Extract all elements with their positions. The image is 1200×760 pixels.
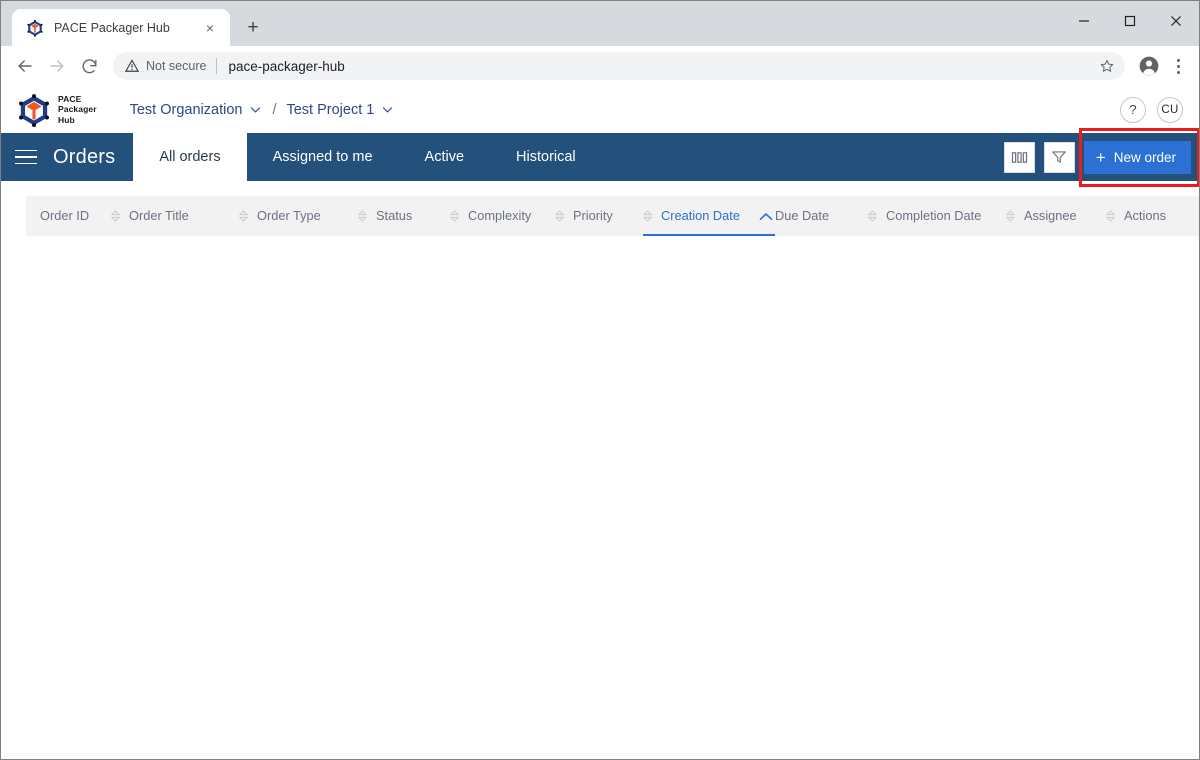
app-logo[interactable]: PACE Packager Hub bbox=[1, 93, 97, 127]
security-label: Not secure bbox=[146, 59, 207, 73]
help-button[interactable]: ? bbox=[1120, 96, 1146, 123]
tab-historical[interactable]: Historical bbox=[490, 133, 602, 181]
column-header-order-title[interactable]: Order Title bbox=[110, 196, 239, 236]
breadcrumb-project[interactable]: Test Project 1 bbox=[286, 102, 394, 118]
browser-window: PACE Packager Hub × + Not secure pace-pa… bbox=[0, 0, 1200, 760]
sort-icon[interactable] bbox=[554, 210, 565, 222]
column-header-actions[interactable]: Actions bbox=[1105, 196, 1196, 236]
sort-icon[interactable] bbox=[867, 210, 878, 222]
column-header-status[interactable]: Status bbox=[357, 196, 450, 236]
app-header-actions: ? CU bbox=[1120, 86, 1183, 133]
cube-logo-icon bbox=[26, 19, 44, 37]
orders-navbar: Orders All orders Assigned to me Active … bbox=[1, 128, 1199, 187]
hamburger-menu-icon[interactable] bbox=[1, 133, 51, 181]
browser-titlebar: PACE Packager Hub × + bbox=[1, 1, 1199, 46]
tab-all-orders[interactable]: All orders bbox=[133, 133, 247, 181]
star-icon[interactable] bbox=[1095, 54, 1119, 78]
tab-active[interactable]: Active bbox=[399, 133, 491, 181]
sort-icon[interactable] bbox=[1005, 210, 1016, 222]
logo-line-2: Packager bbox=[58, 104, 97, 115]
breadcrumb-separator: / bbox=[272, 101, 277, 118]
toolbar-right-actions bbox=[1133, 52, 1191, 80]
logo-wordmark: PACE Packager Hub bbox=[58, 94, 97, 124]
column-header-complexity[interactable]: Complexity bbox=[449, 196, 555, 236]
sort-icon[interactable] bbox=[642, 210, 653, 222]
orders-table: Order ID Order Title Order Type Status C… bbox=[1, 181, 1199, 759]
cube-logo-icon bbox=[17, 93, 51, 127]
breadcrumb-organization[interactable]: Test Organization bbox=[130, 102, 263, 118]
new-order-label: New order bbox=[1113, 149, 1176, 165]
column-header-creation-date[interactable]: Creation Date bbox=[642, 196, 775, 236]
omnibox-divider bbox=[216, 58, 218, 74]
sort-icon[interactable] bbox=[238, 210, 249, 222]
reload-icon[interactable] bbox=[73, 50, 105, 82]
column-header-order-type[interactable]: Order Type bbox=[238, 196, 358, 236]
breadcrumb: Test Organization / Test Project 1 bbox=[130, 102, 395, 118]
maximize-icon[interactable] bbox=[1107, 1, 1153, 41]
column-header-order-id[interactable]: Order ID bbox=[26, 196, 111, 236]
tab-assigned-to-me[interactable]: Assigned to me bbox=[247, 133, 399, 181]
forward-arrow-icon[interactable] bbox=[41, 50, 73, 82]
minimize-icon[interactable] bbox=[1061, 1, 1107, 41]
close-icon[interactable]: × bbox=[200, 18, 220, 38]
browser-tab[interactable]: PACE Packager Hub × bbox=[12, 9, 230, 46]
sort-icon[interactable] bbox=[357, 210, 368, 222]
security-status[interactable]: Not secure bbox=[125, 59, 216, 73]
avatar[interactable]: CU bbox=[1157, 96, 1183, 123]
sort-icon[interactable] bbox=[1105, 210, 1116, 222]
column-header-assignee[interactable]: Assignee bbox=[1005, 196, 1106, 236]
page-title: Orders bbox=[53, 145, 116, 168]
url-text[interactable]: pace-packager-hub bbox=[228, 59, 1095, 74]
back-arrow-icon[interactable] bbox=[9, 50, 41, 82]
warning-triangle-icon bbox=[125, 59, 139, 73]
tab-strip: PACE Packager Hub × + bbox=[1, 9, 268, 46]
plus-icon: + bbox=[1095, 147, 1106, 167]
column-header-priority[interactable]: Priority bbox=[554, 196, 643, 236]
logo-line-3: Hub bbox=[58, 114, 75, 125]
page-viewport: PACE Packager Hub Test Organization / Te… bbox=[1, 86, 1199, 759]
new-tab-button[interactable]: + bbox=[238, 12, 268, 42]
chevron-down-icon bbox=[381, 103, 394, 116]
orders-tabs: All orders Assigned to me Active Histori… bbox=[133, 133, 601, 181]
navbar-actions: + New order bbox=[1003, 133, 1191, 181]
column-header-completion-date[interactable]: Completion Date bbox=[867, 196, 1006, 236]
close-icon[interactable] bbox=[1153, 1, 1199, 41]
address-bar[interactable]: Not secure pace-packager-hub bbox=[113, 52, 1125, 80]
funnel-filter-icon[interactable] bbox=[1043, 141, 1075, 173]
tab-title: PACE Packager Hub bbox=[54, 20, 170, 35]
browser-toolbar: Not secure pace-packager-hub bbox=[1, 46, 1199, 86]
profile-avatar-icon[interactable] bbox=[1135, 52, 1163, 80]
chevron-down-icon bbox=[249, 103, 262, 116]
new-order-button[interactable]: + New order bbox=[1083, 140, 1191, 174]
column-layout-icon[interactable] bbox=[1003, 141, 1035, 173]
three-dot-menu-icon[interactable] bbox=[1165, 52, 1191, 80]
sort-icon[interactable] bbox=[449, 210, 460, 222]
app-header: PACE Packager Hub Test Organization / Te… bbox=[1, 86, 1199, 133]
column-header-due-date[interactable]: Due Date bbox=[775, 196, 868, 236]
table-header-row: Order ID Order Title Order Type Status C… bbox=[26, 196, 1199, 236]
logo-line-1: PACE bbox=[58, 94, 82, 105]
window-controls bbox=[1061, 1, 1199, 41]
project-label: Test Project 1 bbox=[286, 101, 375, 118]
sort-icon[interactable] bbox=[110, 210, 121, 222]
sort-ascending-icon[interactable] bbox=[759, 210, 773, 222]
organization-label: Test Organization bbox=[129, 101, 243, 118]
